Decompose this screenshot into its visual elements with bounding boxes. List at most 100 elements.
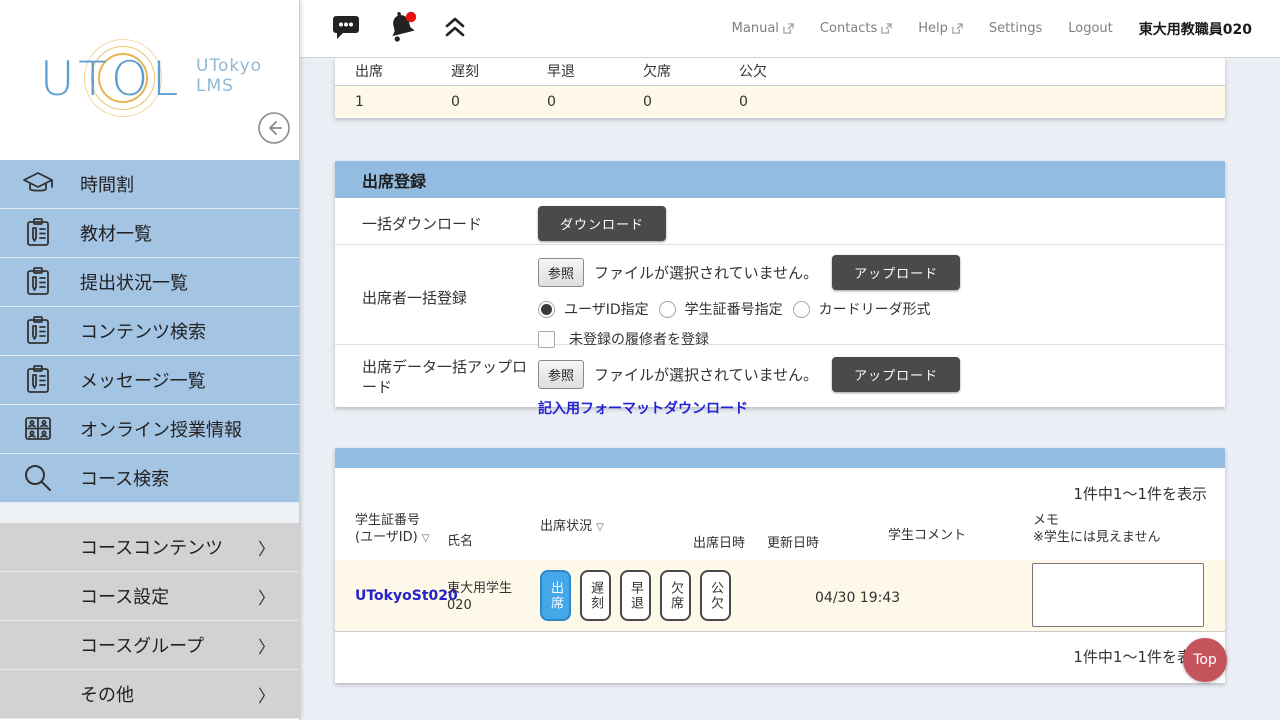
browse-button[interactable]: 参照 bbox=[538, 360, 584, 389]
student-id-link[interactable]: UTokyoSt020 bbox=[355, 588, 458, 604]
status-button-absent[interactable]: 欠席 bbox=[660, 570, 691, 621]
notifications-bell-icon[interactable] bbox=[384, 10, 420, 48]
browse-button[interactable]: 参照 bbox=[538, 258, 584, 287]
upload-button[interactable]: アップロード bbox=[832, 255, 960, 290]
status-button-excused[interactable]: 公欠 bbox=[700, 570, 731, 621]
column-student-comment: 学生コメント bbox=[888, 524, 966, 543]
column-student-id[interactable]: 学生証番号 (ユーザID) ▽ bbox=[355, 512, 430, 547]
sidebar-item-online-class[interactable]: オンライン授業情報 bbox=[0, 405, 299, 454]
sort-icon[interactable]: ▽ bbox=[422, 533, 430, 544]
bulk-download-label: 一括ダウンロード bbox=[335, 198, 538, 244]
chevron-right-icon: 〉 bbox=[258, 633, 275, 658]
memo-textarea[interactable] bbox=[1032, 563, 1204, 627]
summary-header: 欠席 bbox=[623, 61, 719, 81]
radio-card-reader[interactable]: カードリーダ形式 bbox=[793, 299, 931, 319]
external-link-icon bbox=[952, 23, 963, 34]
data-upload-label: 出席データ一括アップロード bbox=[335, 345, 538, 407]
panel-top-bar bbox=[335, 448, 1225, 468]
chevron-right-icon: 〉 bbox=[258, 584, 275, 609]
radio-dot-icon bbox=[538, 301, 555, 318]
chevron-right-icon: 〉 bbox=[258, 535, 275, 560]
sidebar-item-label: 教材一覧 bbox=[80, 220, 152, 246]
top-header: Manual Contacts Help Settings Logout 東大 bbox=[300, 0, 1280, 58]
status-button-early-leave[interactable]: 早退 bbox=[620, 570, 651, 621]
column-status[interactable]: 出席状況 ▽ bbox=[540, 515, 604, 534]
column-attend-date: 出席日時 bbox=[693, 532, 745, 551]
clipboard-icon bbox=[20, 363, 56, 397]
result-count-bottom: 1件中1〜1件を表示 bbox=[335, 632, 1225, 667]
contacts-link[interactable]: Contacts bbox=[820, 21, 892, 36]
sidebar-collapse-button[interactable] bbox=[257, 111, 291, 145]
clipboard-icon bbox=[20, 314, 56, 348]
summary-header-row: 出席 遅刻 早退 欠席 公欠 bbox=[335, 58, 1225, 86]
column-update-date: 更新日時 bbox=[767, 532, 819, 551]
no-file-text: ファイルが選択されていません。 bbox=[594, 262, 818, 283]
collapse-up-icon[interactable] bbox=[442, 14, 468, 44]
summary-value: 0 bbox=[623, 94, 719, 110]
graduation-cap-icon bbox=[20, 168, 56, 200]
student-name: 東大用学生020 bbox=[447, 580, 535, 614]
sidebar-item-materials[interactable]: 教材一覧 bbox=[0, 209, 299, 258]
settings-link[interactable]: Settings bbox=[989, 21, 1042, 36]
page: UTOL UTokyo LMS 時間割 bbox=[0, 0, 1280, 720]
sidebar-item-timetable[interactable]: 時間割 bbox=[0, 160, 299, 209]
attendee-bulk-label: 出席者一括登録 bbox=[335, 245, 538, 344]
online-class-icon bbox=[20, 413, 56, 445]
attendance-registration-panel: 出席登録 一括ダウンロード ダウンロード 出席者一括登録 参照 ファイルが選択さ… bbox=[335, 161, 1225, 407]
summary-value: 0 bbox=[719, 94, 815, 110]
radio-student-card-number[interactable]: 学生証番号指定 bbox=[659, 299, 783, 319]
sort-icon[interactable]: ▽ bbox=[596, 522, 604, 533]
sidebar-item-label: オンライン授業情報 bbox=[80, 416, 242, 442]
upload-button[interactable]: アップロード bbox=[832, 357, 960, 392]
external-link-icon bbox=[783, 23, 794, 34]
sidebar-item-label: 時間割 bbox=[80, 171, 134, 197]
attendance-datetime: 04/30 19:43 bbox=[815, 590, 900, 606]
radio-dot-icon bbox=[659, 301, 676, 318]
manual-link[interactable]: Manual bbox=[732, 21, 794, 36]
table-row: UTokyoSt020 東大用学生020 出席 遅刻 早退 欠席 公欠 04/3… bbox=[335, 560, 1225, 632]
arrow-left-circle-icon bbox=[257, 111, 291, 145]
data-upload-row: 出席データ一括アップロード 参照 ファイルが選択されていません。 アップロード … bbox=[335, 345, 1225, 407]
logout-link[interactable]: Logout bbox=[1068, 21, 1113, 36]
clipboard-icon bbox=[20, 216, 56, 250]
external-link-icon bbox=[881, 23, 892, 34]
sidebar-item-label: 提出状況一覧 bbox=[80, 269, 188, 295]
sidebar-item-content-search[interactable]: コンテンツ検索 bbox=[0, 307, 299, 356]
sidebar-item-course-settings[interactable]: コース設定 〉 bbox=[0, 572, 299, 621]
no-file-text: ファイルが選択されていません。 bbox=[594, 364, 818, 385]
sidebar-item-others[interactable]: その他 〉 bbox=[0, 670, 299, 719]
sidebar-item-messages[interactable]: メッセージ一覧 bbox=[0, 356, 299, 405]
clipboard-icon bbox=[20, 265, 56, 299]
bulk-download-row: 一括ダウンロード ダウンロード bbox=[335, 198, 1225, 245]
sidebar: UTOL UTokyo LMS 時間割 bbox=[0, 0, 300, 720]
scroll-top-button[interactable]: Top bbox=[1183, 638, 1227, 682]
summary-header: 遅刻 bbox=[431, 61, 527, 81]
radio-dot-icon bbox=[793, 301, 810, 318]
sidebar-item-label: コース検索 bbox=[80, 465, 169, 491]
help-link[interactable]: Help bbox=[918, 21, 963, 36]
main-content: 出席 遅刻 早退 欠席 公欠 1 0 0 0 0 出席登録 一括ダウンロード ダ… bbox=[300, 58, 1280, 720]
attendee-bulk-row: 出席者一括登録 参照 ファイルが選択されていません。 アップロード ユーザID指… bbox=[335, 245, 1225, 345]
status-button-present[interactable]: 出席 bbox=[540, 570, 571, 621]
table-header-row: 学生証番号 (ユーザID) ▽ 氏名 出席状況 ▽ 出席日時 更新日時 学生コメ… bbox=[335, 504, 1225, 560]
column-memo: メモ ※学生には見えません bbox=[1033, 512, 1161, 546]
summary-header: 早退 bbox=[527, 61, 623, 81]
summary-value-row: 1 0 0 0 0 bbox=[335, 86, 1225, 117]
sidebar-item-label: コンテンツ検索 bbox=[80, 318, 206, 344]
download-button[interactable]: ダウンロード bbox=[538, 206, 666, 241]
sidebar-item-course-search[interactable]: コース検索 bbox=[0, 454, 299, 503]
sidebar-item-course-group[interactable]: コースグループ 〉 bbox=[0, 621, 299, 670]
logo[interactable]: UTOL UTokyo LMS bbox=[0, 0, 299, 160]
attendance-summary-table: 出席 遅刻 早退 欠席 公欠 1 0 0 0 0 bbox=[335, 58, 1225, 118]
student-attendance-panel: 1件中1〜1件を表示 学生証番号 (ユーザID) ▽ 氏名 出席状況 ▽ 出席日… bbox=[335, 448, 1225, 683]
summary-value: 0 bbox=[431, 94, 527, 110]
sidebar-item-course-contents[interactable]: コースコンテンツ 〉 bbox=[0, 523, 299, 572]
user-name: 東大用教職員020 bbox=[1139, 19, 1252, 39]
status-button-late[interactable]: 遅刻 bbox=[580, 570, 611, 621]
radio-user-id[interactable]: ユーザID指定 bbox=[538, 299, 649, 319]
logo-subtitle: UTokyo LMS bbox=[196, 56, 262, 96]
sidebar-item-label: メッセージ一覧 bbox=[80, 367, 206, 393]
format-download-link[interactable]: 記入用フォーマットダウンロード bbox=[538, 398, 748, 418]
sidebar-item-submission-status[interactable]: 提出状況一覧 bbox=[0, 258, 299, 307]
messages-icon[interactable] bbox=[330, 12, 362, 46]
